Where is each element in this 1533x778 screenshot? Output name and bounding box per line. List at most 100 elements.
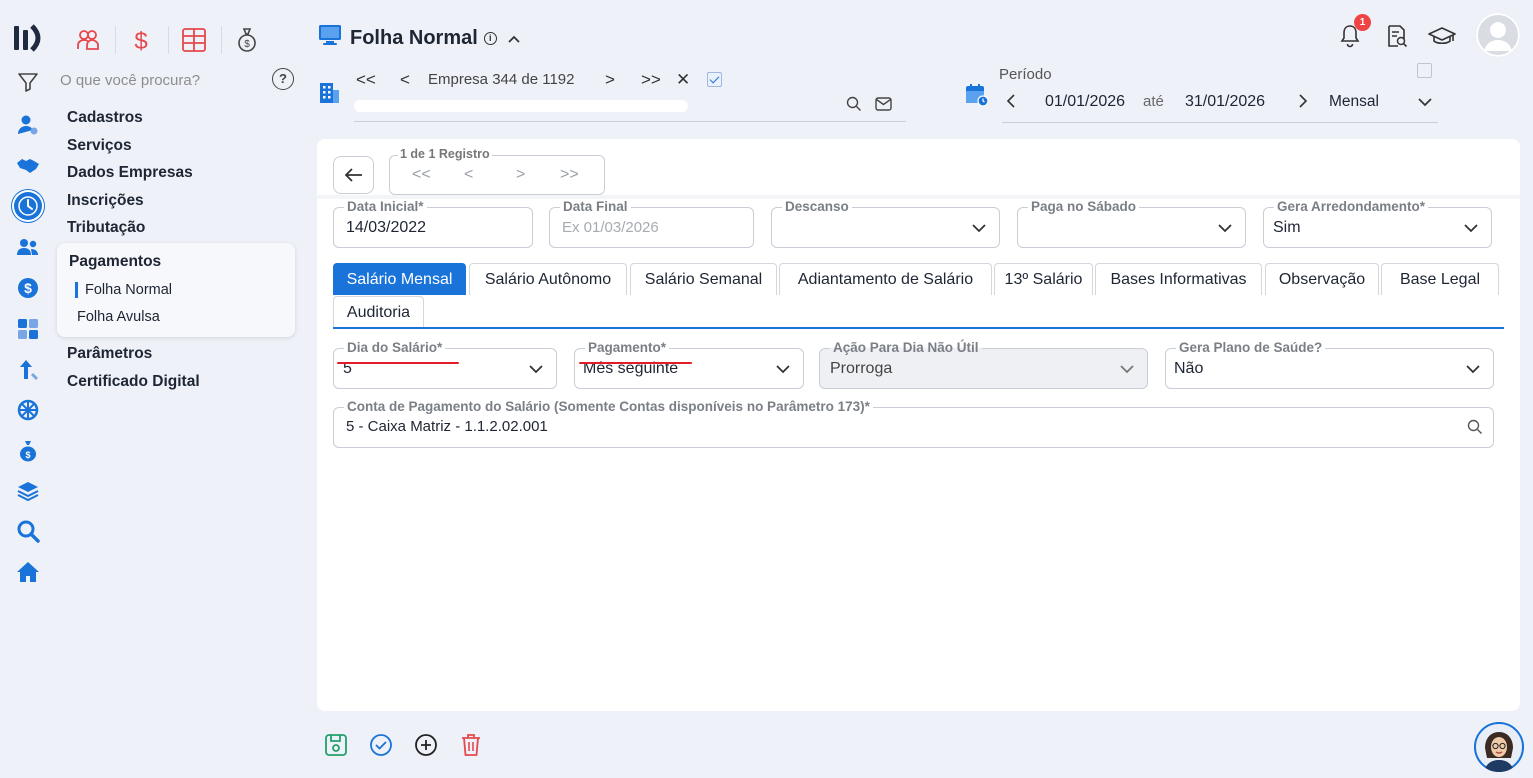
data-final-field[interactable]: Data Final Ex 01/03/2026 [549,199,754,248]
company-close-button[interactable]: ✕ [676,70,690,90]
tab-base-legal[interactable]: Base Legal [1381,263,1499,295]
spreadsheet-module-icon[interactable] [178,24,222,56]
dia-salario-label: Dia do Salário* [344,340,446,355]
period-prev-icon[interactable] [1006,93,1016,114]
menu-item-pagamentos[interactable]: Pagamentos [69,253,161,271]
tab-observacao[interactable]: Observação [1265,263,1379,295]
gera-plano-saude-select[interactable]: Gera Plano de Saúde? Não [1165,340,1494,389]
module-icons: $ $ [72,24,284,56]
record-counter: 1 de 1 Registro [398,147,492,161]
menu-item-parametros[interactable]: Parâmetros [67,344,200,372]
svg-text:$: $ [25,450,30,460]
save-icon[interactable] [323,732,349,758]
user-settings-icon[interactable] [14,111,42,139]
gera-arredondamento-value: Sim [1273,219,1301,236]
search-input[interactable] [60,68,260,92]
svg-text:$: $ [24,280,32,296]
svg-text:$: $ [134,28,147,53]
descanso-select[interactable]: Descanso [771,199,1000,248]
calculator-icon[interactable] [14,315,42,343]
chevron-down-icon [1217,220,1233,238]
period-end[interactable]: 31/01/2026 [1185,93,1265,111]
company-last-button[interactable]: >> [641,70,661,90]
dollar-module-icon[interactable]: $ [125,24,169,56]
record-prev-button[interactable]: < [464,166,473,184]
menu-subitem-folha-normal[interactable]: Folha Normal [75,282,172,298]
clock-icon[interactable] [14,192,42,220]
company-counter: Empresa 344 de 1192 [428,71,575,88]
record-next-button[interactable]: > [516,166,525,184]
period-mode[interactable]: Mensal [1329,93,1379,111]
data-inicial-label: Data Inicial* [344,199,427,214]
people-module-icon[interactable] [72,24,116,56]
magnifier-icon[interactable] [14,517,42,545]
company-prev-button[interactable]: < [400,70,410,90]
assistant-avatar[interactable] [1474,722,1524,772]
company-search-icon[interactable] [846,96,862,117]
document-search-icon[interactable] [1386,24,1408,53]
company-next-button[interactable]: > [605,70,615,90]
back-button[interactable] [333,156,374,194]
mail-icon[interactable] [875,97,892,116]
handshake-icon[interactable] [14,151,42,179]
confirm-icon[interactable] [368,732,394,758]
paga-sabado-label: Paga no Sábado [1028,199,1140,214]
period-next-icon[interactable] [1298,93,1308,114]
period-underline [1002,122,1438,123]
menu-item-inscricoes[interactable]: Inscrições [67,191,193,219]
add-icon[interactable] [413,732,439,758]
menu-item-tributacao[interactable]: Tributação [67,218,193,246]
search-icon[interactable] [1467,419,1483,440]
menu-item-certificado-digital[interactable]: Certificado Digital [67,372,200,400]
tab-auditoria[interactable]: Auditoria [333,296,424,328]
chevron-up-icon[interactable] [507,27,521,50]
tab-salario-autonomo[interactable]: Salário Autônomo [469,263,627,295]
tab-adiantamento-salario[interactable]: Adiantamento de Salário [779,263,992,295]
period-mode-chevron-icon[interactable] [1417,94,1433,112]
app-logo-icon[interactable] [14,24,44,57]
company-name-field[interactable] [354,100,688,112]
tab-salario-semanal[interactable]: Salário Semanal [630,263,777,295]
chevron-down-icon [775,361,791,379]
pagamento-highlight [579,362,692,364]
tab-13-salario[interactable]: 13º Salário [994,263,1093,295]
layers-icon[interactable] [14,477,42,505]
globe-icon[interactable] [14,396,42,424]
record-last-button[interactable]: >> [560,166,579,184]
trash-icon[interactable] [458,732,484,758]
money-bag-module-icon[interactable]: $ [231,24,263,56]
record-first-button[interactable]: << [412,166,431,184]
company-checkbox[interactable] [707,72,722,87]
data-final-placeholder: Ex 01/03/2026 [562,219,659,236]
users-icon[interactable] [14,233,42,261]
gera-arredondamento-select[interactable]: Gera Arredondamento* Sim [1263,199,1492,248]
conta-pagamento-label: Conta de Pagamento do Salário (Somente C… [344,399,873,414]
info-icon[interactable]: i [483,31,497,45]
graduation-cap-icon[interactable] [1428,26,1456,51]
period-start[interactable]: 01/01/2026 [1045,93,1125,111]
period-checkbox[interactable] [1417,63,1432,78]
money-bag-icon[interactable]: $ [14,437,42,465]
menu-item-dados-empresas[interactable]: Dados Empresas [67,163,193,191]
acao-dia-value: Prorroga [830,360,893,377]
data-inicial-field[interactable]: Data Inicial* 14/03/2022 [333,199,533,248]
menu-item-servicos[interactable]: Serviços [67,136,193,164]
conta-pagamento-field[interactable]: Conta de Pagamento do Salário (Somente C… [333,399,1494,448]
paga-sabado-select[interactable]: Paga no Sábado [1017,199,1246,248]
period-ate: até [1143,93,1164,110]
dia-salario-select[interactable]: Dia do Salário* 5 [333,340,557,389]
pagamento-select[interactable]: Pagamento* Mês seguinte [574,340,804,389]
tab-bases-informativas[interactable]: Bases Informativas [1095,263,1262,295]
tab-salario-mensal[interactable]: Salário Mensal [333,263,466,295]
data-inicial-value: 14/03/2022 [346,219,427,236]
menu-item-cadastros[interactable]: Cadastros [67,108,193,136]
conta-pagamento-value: 5 - Caixa Matriz - 1.1.2.02.001 [346,418,548,435]
help-icon[interactable]: ? [272,68,294,90]
company-first-button[interactable]: << [356,70,376,90]
dollar-circle-icon[interactable]: $ [14,274,42,302]
page-title: Folha Normal [350,26,478,49]
arrow-up-icon[interactable] [14,356,42,384]
menu-subitem-folha-avulsa[interactable]: Folha Avulsa [77,309,160,325]
user-avatar[interactable] [1476,13,1520,57]
home-icon[interactable] [14,558,42,586]
